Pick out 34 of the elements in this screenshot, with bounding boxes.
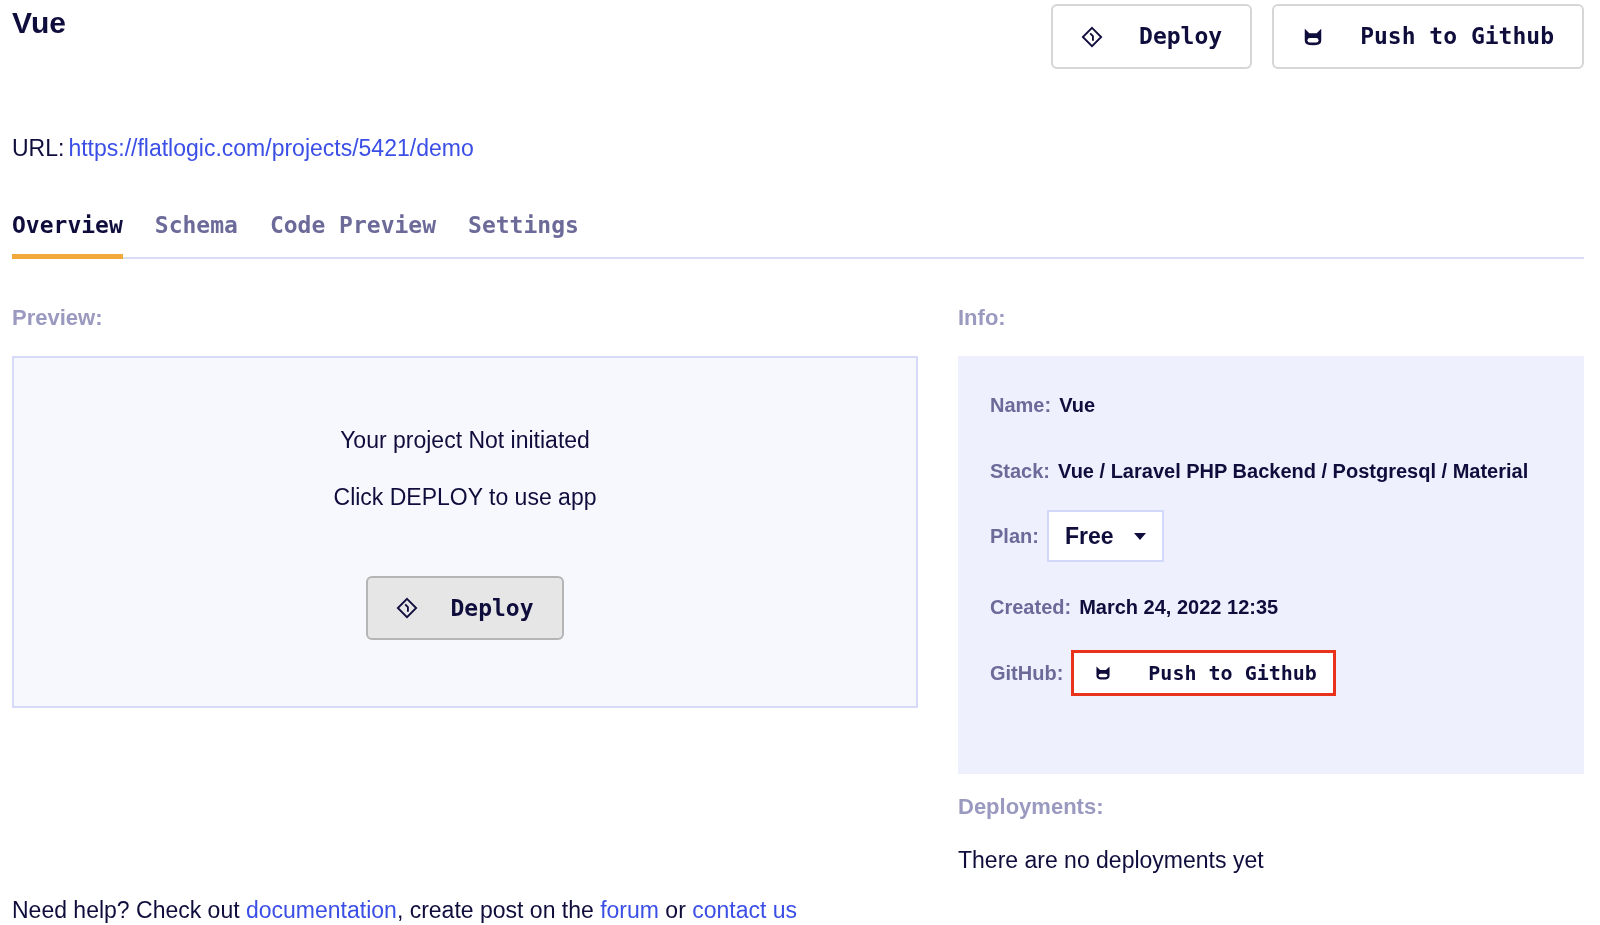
push-to-github-button[interactable]: Push to Github xyxy=(1071,650,1336,696)
preview-message: Your project Not initiated xyxy=(340,426,590,455)
url-label: URL: xyxy=(12,134,65,163)
field-value: Vue xyxy=(1059,393,1096,418)
field-label: Created: xyxy=(990,595,1072,620)
field-label: Name: xyxy=(990,393,1052,418)
push-to-github-button[interactable]: Push to Github xyxy=(1272,4,1584,69)
empty-message: There are no deployments yet xyxy=(958,846,1265,875)
field-label: Plan: xyxy=(990,524,1039,549)
tab[interactable]: Settings xyxy=(468,207,579,259)
tab[interactable]: Schema xyxy=(154,207,238,259)
preview-message: Click DEPLOY to use app xyxy=(333,482,597,512)
caret-icon xyxy=(1133,532,1146,540)
help-link[interactable]: documentation xyxy=(246,896,397,923)
field-value: March 24, 2022 12:35 xyxy=(1079,595,1279,620)
tab[interactable]: Code Preview xyxy=(269,207,437,259)
field-value: Vue / Laravel PHP Backend / Postgresql / Material xyxy=(1058,459,1529,484)
help-link[interactable]: contact us xyxy=(692,896,798,923)
deploy-button[interactable]: Deploy xyxy=(1051,4,1253,69)
tab[interactable]: Overview xyxy=(12,207,123,259)
url-link[interactable]: https://flatlogic.com/projects/5421/demo xyxy=(68,131,474,166)
page-title: Vue xyxy=(12,8,66,38)
section-heading: Preview: xyxy=(12,304,104,332)
help-text: Need help? Check out documentation, create post on the forum or contact us xyxy=(12,895,799,925)
section-heading: Info: xyxy=(958,304,1007,332)
field-label: GitHub: xyxy=(990,661,1064,686)
deploy-button[interactable]: Deploy xyxy=(366,576,564,640)
diamond-arrow-icon xyxy=(396,597,419,619)
diamond-arrow-icon xyxy=(1081,25,1104,48)
cat-icon xyxy=(1094,665,1113,681)
plan-dropdown[interactable]: Free xyxy=(1046,510,1164,562)
section-heading: Deployments: xyxy=(958,793,1105,821)
field-label: Stack: xyxy=(990,459,1051,484)
help-link[interactable]: forum xyxy=(600,896,659,923)
